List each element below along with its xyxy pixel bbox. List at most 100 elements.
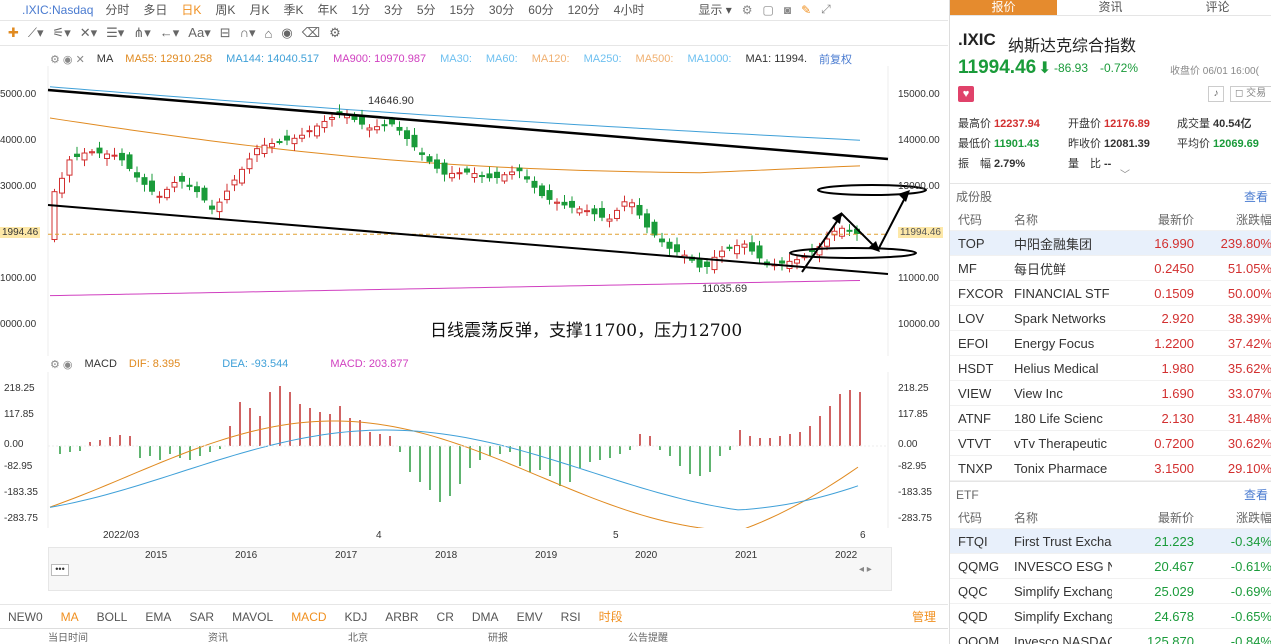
table-row[interactable]: QQC Simplify Exchange 25.029 -0.69% bbox=[950, 579, 1271, 604]
parallel-icon[interactable]: ⋔▾ bbox=[133, 25, 150, 41]
settings-icon[interactable]: ⚙ bbox=[329, 25, 341, 41]
more-link[interactable]: 查看 bbox=[1244, 188, 1268, 205]
table-row[interactable]: TOP 中阳金融集团 16.990 239.80% bbox=[950, 231, 1271, 256]
indicator-tab[interactable]: 时段 bbox=[599, 608, 623, 625]
eye-icon[interactable]: ◉ bbox=[281, 25, 292, 41]
period-tab[interactable]: 1分 bbox=[351, 1, 370, 18]
trash-icon[interactable]: ⌫ bbox=[302, 25, 320, 41]
magnet-icon[interactable]: ∩▾ bbox=[240, 25, 256, 41]
trade-button[interactable]: ◻ 交易 bbox=[1230, 86, 1271, 102]
quote-tab[interactable]: 评论 bbox=[1164, 0, 1271, 15]
period-tab[interactable]: 分时 bbox=[105, 1, 129, 18]
lock-icon[interactable]: ⌂ bbox=[265, 26, 273, 41]
period-tab[interactable]: 60分 bbox=[528, 1, 553, 18]
table-row[interactable]: FTQI First Trust Excha 21.223 -0.34% bbox=[950, 529, 1271, 554]
gear-icon[interactable]: ⚙ ◉ ✕ bbox=[50, 53, 85, 66]
strip-item[interactable]: 研报 bbox=[488, 629, 508, 644]
candle bbox=[284, 135, 290, 141]
indicator-tab[interactable]: MAVOL bbox=[232, 610, 273, 624]
ruler-icon[interactable]: ⊟ bbox=[220, 25, 231, 41]
strip-item[interactable]: 公告提醒 bbox=[628, 629, 668, 644]
column-header[interactable]: 代码 bbox=[950, 211, 1014, 228]
strip-item[interactable]: 资讯 bbox=[208, 629, 228, 644]
period-tab[interactable]: 季K bbox=[283, 1, 303, 18]
chevron-down-icon[interactable]: ﹀ bbox=[1120, 166, 1130, 181]
display-button[interactable]: 显示 ▾ bbox=[698, 1, 731, 18]
column-header[interactable]: 代码 bbox=[950, 509, 1014, 526]
macd-chart[interactable] bbox=[0, 372, 948, 528]
scroll-arrows-icon[interactable]: ◂ ▸ bbox=[859, 564, 872, 575]
column-header[interactable]: 涨跌幅 bbox=[1194, 509, 1271, 526]
crosshair-icon[interactable]: ✚ bbox=[8, 25, 19, 41]
table-row[interactable]: QQQM Invesco NASDAQ 125.870 -0.84% bbox=[950, 629, 1271, 644]
table-row[interactable]: HSDT Helius Medical 1.980 35.62% bbox=[950, 356, 1271, 381]
candlestick-chart[interactable] bbox=[0, 66, 948, 356]
table-row[interactable]: FXCOR FINANCIAL STF 0.1509 50.00% bbox=[950, 281, 1271, 306]
period-tab[interactable]: 15分 bbox=[450, 1, 475, 18]
table-row[interactable]: EFOI Energy Focus 1.2200 37.42% bbox=[950, 331, 1271, 356]
range-navigator[interactable]: 2015 2016 2017 2018 2019 2020 2021 2022 ••• ◂ ▸ bbox=[48, 547, 892, 591]
strip-item[interactable]: 北京 bbox=[348, 629, 368, 644]
period-tab[interactable]: 30分 bbox=[489, 1, 514, 18]
manage-button[interactable]: 管理 bbox=[912, 608, 936, 625]
multiline-icon[interactable]: ⚟▾ bbox=[53, 25, 71, 41]
gear-icon[interactable]: ⚙ bbox=[742, 3, 753, 17]
candle bbox=[81, 152, 88, 161]
camera-icon[interactable]: ◙ bbox=[784, 3, 791, 17]
column-header[interactable]: 最新价 bbox=[1112, 509, 1194, 526]
column-header[interactable]: 最新价 bbox=[1112, 211, 1194, 228]
period-tab[interactable]: 多日 bbox=[143, 1, 167, 18]
favorite-heart-icon[interactable]: ♥ bbox=[958, 86, 974, 102]
indicator-tab[interactable]: MACD bbox=[291, 610, 326, 624]
bell-icon[interactable]: ♪ bbox=[1208, 86, 1224, 102]
table-row[interactable]: MF 每日优鲜 0.2450 51.05% bbox=[950, 256, 1271, 281]
cross-tool-icon[interactable]: ✕▾ bbox=[80, 25, 97, 41]
indicator-tab[interactable]: SAR bbox=[189, 610, 214, 624]
strip-item[interactable]: 当日时间 bbox=[48, 629, 88, 644]
fibonacci-icon[interactable]: ☰▾ bbox=[106, 25, 124, 41]
indicator-tab[interactable]: MA bbox=[61, 610, 79, 624]
macd-label[interactable]: MACD bbox=[85, 358, 117, 370]
arrow-tool-icon[interactable]: ←▾ bbox=[160, 25, 180, 41]
adjust-label[interactable]: 前复权 bbox=[819, 51, 852, 67]
period-tab[interactable]: 3分 bbox=[384, 1, 403, 18]
quote-tab[interactable]: 资讯 bbox=[1057, 0, 1164, 15]
table-row[interactable]: QQD Simplify Exchange 24.678 -0.65% bbox=[950, 604, 1271, 629]
table-row[interactable]: QQMG INVESCO ESG NA 20.467 -0.61% bbox=[950, 554, 1271, 579]
indicator-tab[interactable]: ARBR bbox=[385, 610, 418, 624]
column-header[interactable]: 名称 bbox=[1014, 509, 1112, 526]
more-link[interactable]: 查看 bbox=[1244, 486, 1268, 503]
text-tool-icon[interactable]: Aa▾ bbox=[188, 25, 210, 41]
table-row[interactable]: ATNF 180 Life Scienc 2.130 31.48% bbox=[950, 406, 1271, 431]
indicator-tab[interactable]: NEW0 bbox=[8, 610, 43, 624]
pencil-icon[interactable]: ✎ bbox=[801, 3, 811, 17]
indicator-tab[interactable]: DMA bbox=[472, 610, 499, 624]
column-header[interactable]: 名称 bbox=[1014, 211, 1112, 228]
period-tab[interactable]: 周K bbox=[215, 1, 235, 18]
indicator-tab[interactable]: BOLL bbox=[97, 610, 128, 624]
table-row[interactable]: LOV Spark Networks 2.920 38.39% bbox=[950, 306, 1271, 331]
ma-label[interactable]: MA bbox=[97, 53, 114, 65]
indicator-tab[interactable]: EMA bbox=[145, 610, 171, 624]
period-tab[interactable]: 年K bbox=[317, 1, 337, 18]
quote-stat: 量 比 -- bbox=[1068, 158, 1112, 170]
indicator-tab[interactable]: EMV bbox=[517, 610, 543, 624]
quote-tab[interactable]: 报价 bbox=[950, 0, 1057, 15]
indicator-tab[interactable]: RSI bbox=[561, 610, 581, 624]
line-tool-icon[interactable]: ⟋▾ bbox=[28, 25, 44, 41]
period-tab[interactable]: 4小时 bbox=[614, 1, 645, 18]
indicator-tab[interactable]: CR bbox=[437, 610, 454, 624]
window-icon[interactable]: ▢ bbox=[762, 3, 773, 17]
period-tab[interactable]: 5分 bbox=[417, 1, 436, 18]
period-tab[interactable]: 月K bbox=[249, 1, 269, 18]
column-header[interactable]: 涨跌幅 bbox=[1194, 211, 1271, 228]
gear-icon[interactable]: ⚙ ◉ bbox=[50, 358, 73, 371]
fullscreen-icon[interactable]: ⤢ bbox=[821, 2, 831, 17]
table-row[interactable]: VTVT vTv Therapeutic 0.7200 30.62% bbox=[950, 431, 1271, 456]
table-row[interactable]: VIEW View Inc 1.690 33.07% bbox=[950, 381, 1271, 406]
drag-handle[interactable]: ••• bbox=[51, 564, 69, 576]
table-row[interactable]: TNXP Tonix Pharmace 3.1500 29.10% bbox=[950, 456, 1271, 481]
period-tab[interactable]: 日K bbox=[181, 1, 201, 18]
indicator-tab[interactable]: KDJ bbox=[345, 610, 368, 624]
period-tab[interactable]: 120分 bbox=[568, 1, 600, 18]
